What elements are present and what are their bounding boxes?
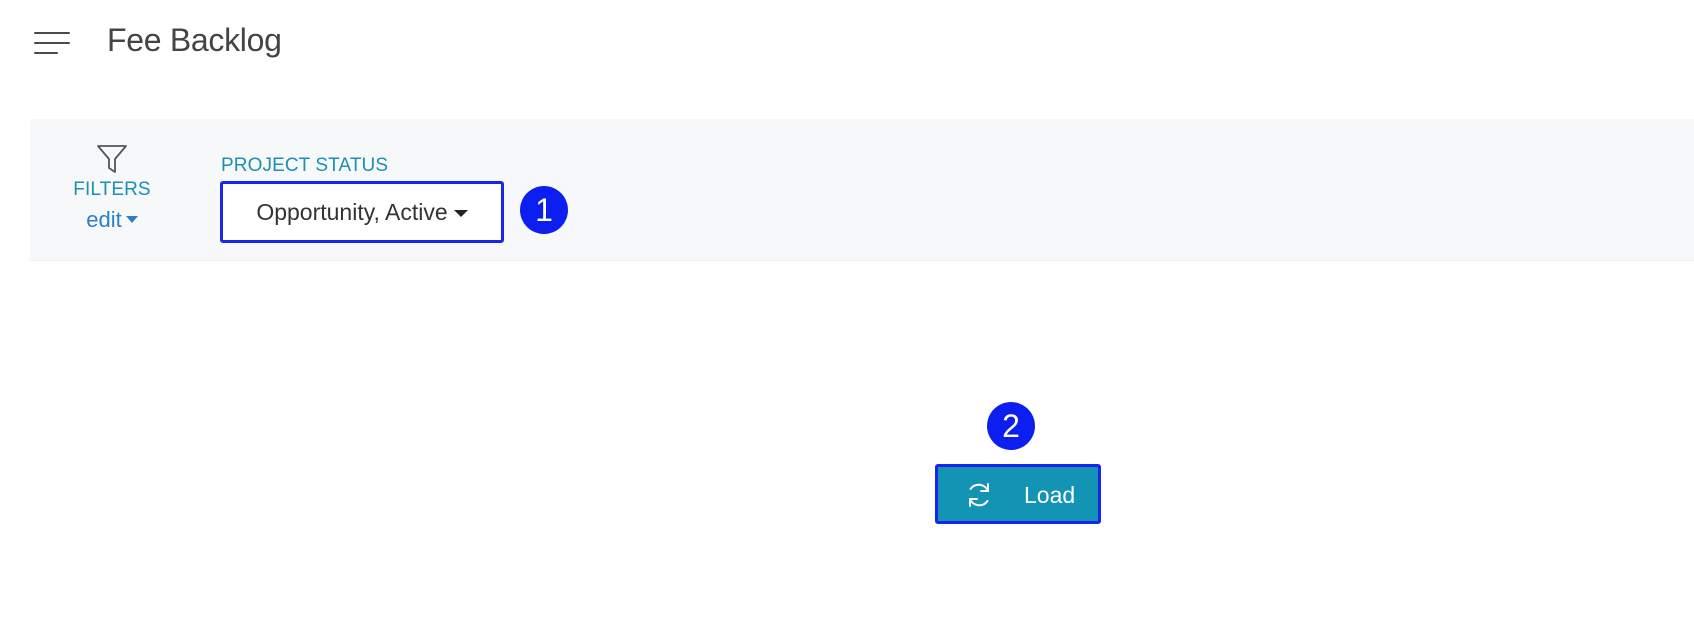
caret-down-icon [125, 216, 138, 224]
filters-edit-dropdown[interactable]: edit [86, 207, 138, 233]
hamburger-menu-icon[interactable] [30, 26, 74, 62]
filters-label: FILTERS [73, 179, 151, 200]
filter-icon [97, 145, 127, 173]
project-status-label: PROJECT STATUS [221, 155, 389, 176]
menu-bar-bottom [34, 52, 58, 54]
load-button-label: Load [1024, 482, 1076, 508]
step-marker-2: 2 [987, 402, 1035, 450]
caret-down-icon [453, 210, 468, 217]
filter-bar: FILTERS edit PROJECT STATUS Opportunity,… [30, 119, 1694, 261]
load-button[interactable]: Load [935, 464, 1101, 524]
filters-block: FILTERS edit [72, 143, 152, 233]
filters-edit-label: edit [86, 207, 122, 232]
menu-bar-middle [34, 42, 70, 44]
page: Fee Backlog FILTERS edit PROJECT STATUS … [0, 0, 1694, 627]
page-title: Fee Backlog [107, 22, 282, 58]
step-marker-1: 1 [520, 186, 568, 234]
refresh-icon [969, 483, 989, 507]
project-status-select[interactable]: Opportunity, Active [220, 181, 504, 243]
project-status-value: Opportunity, Active [256, 198, 448, 225]
menu-bar-top [34, 32, 70, 34]
